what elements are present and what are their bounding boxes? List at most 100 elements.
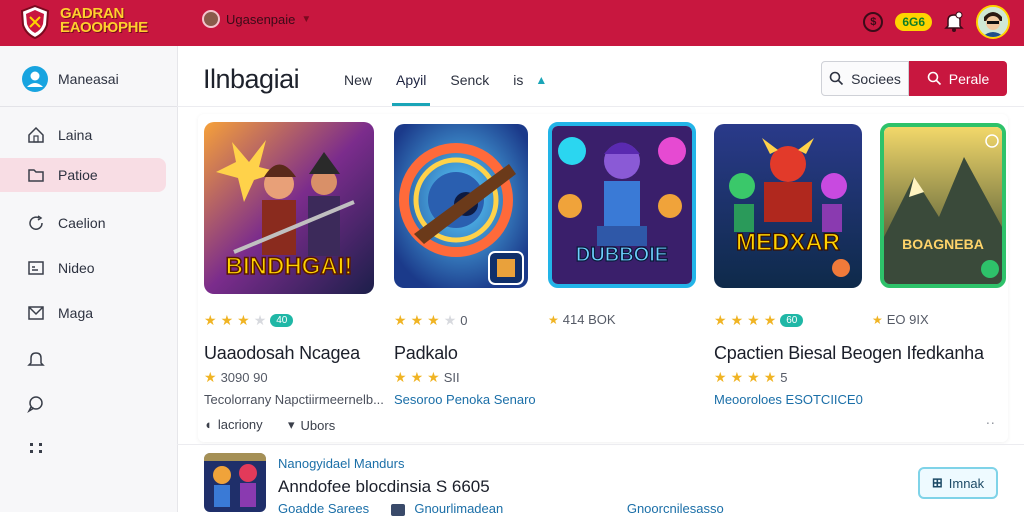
sidebar-item-patioe[interactable]: Patioe xyxy=(0,158,166,192)
mail-icon xyxy=(26,303,46,323)
game-thumbnail-3[interactable]: DUBBOIE xyxy=(548,122,696,288)
logo-text: GADRAN ЕАООЮРНЕ xyxy=(60,6,148,36)
logo-badge-icon[interactable] xyxy=(20,4,50,40)
star-icon: ★ xyxy=(730,369,744,385)
tab-senck[interactable]: Senck xyxy=(450,70,489,106)
sidebar-item-maga[interactable]: Maga xyxy=(0,296,166,330)
card-2-sub-text: SII xyxy=(443,370,460,385)
sidebar-item-laina[interactable]: Laina xyxy=(0,118,166,152)
card-2-rating: ★ ★ ★ ★ 0 xyxy=(394,312,467,329)
card-1-sub-text: 3090 90 xyxy=(220,370,268,385)
tab-new[interactable]: New xyxy=(344,70,372,106)
points-badge[interactable]: 6G6 xyxy=(895,13,932,31)
refresh-icon xyxy=(26,213,46,233)
star-icon: ★ xyxy=(747,369,760,385)
sidebar-item-label: Maga xyxy=(58,305,94,321)
game-thumbnail-2[interactable] xyxy=(394,124,528,288)
star-icon: ★ xyxy=(410,369,424,385)
folder-icon xyxy=(26,165,46,185)
card-2-link[interactable]: Sesoroo Penoka Senaro xyxy=(394,392,536,407)
star-icon: ★ xyxy=(714,369,727,385)
featured-meta-1[interactable]: Goadde Sarees xyxy=(278,501,369,516)
featured-category[interactable]: Nanogyidael Mandurs xyxy=(278,456,404,471)
search-icon xyxy=(927,71,941,86)
rating-count: EO 9IX xyxy=(886,312,929,327)
thumbnail-art-text: BOAGNEBA xyxy=(902,236,984,252)
featured-divider xyxy=(177,444,1024,445)
top-right-actions: $ 6G6 xyxy=(863,3,1010,41)
sidebar-item-nideo[interactable]: Nideo xyxy=(0,251,166,285)
star-icon: ★ xyxy=(204,312,217,328)
star-icon: ★ xyxy=(443,312,457,328)
card-4-title[interactable]: Cpactien Biesal Beogen Ifedkanha xyxy=(714,343,984,364)
card-1-action-2[interactable]: ▾ Ubors xyxy=(288,417,335,433)
page-title: Ilnbagiai xyxy=(203,64,300,94)
card-3-rating: ★ 414 BOK xyxy=(548,312,616,327)
sidebar-item-notifications[interactable] xyxy=(0,342,166,376)
developer-icon xyxy=(390,503,405,516)
star-icon: ★ xyxy=(872,312,883,327)
card-1-rating: ★ ★ ★ ★ 40 xyxy=(204,312,294,329)
header-divider xyxy=(177,106,1024,107)
sidebar-item-caelion[interactable]: Caelion xyxy=(0,206,166,240)
featured-title[interactable]: Anndofee blocdinsia S 6605 xyxy=(278,477,490,497)
card-5-rating: ★ EO 9IX xyxy=(872,312,929,327)
star-icon: ★ xyxy=(410,312,424,328)
install-button[interactable]: ⊞ Imnak xyxy=(918,467,998,499)
sidebar-item-more[interactable] xyxy=(0,431,166,465)
sidebar-item-label: Caelion xyxy=(58,215,106,231)
sidebar-user-label: Maneasai xyxy=(58,71,119,87)
game-thumbnail-4[interactable]: MEDXAR xyxy=(714,124,862,288)
game-thumbnail-1[interactable]: BINDHGAI! xyxy=(204,122,374,294)
logo-text-line2: ЕАООЮРНЕ xyxy=(60,19,148,36)
card-2-title[interactable]: Padkalo xyxy=(394,343,458,364)
game-thumbnail-5[interactable]: BOAGNEBA xyxy=(880,123,1006,288)
chevron-up-icon[interactable]: ▲ xyxy=(535,70,547,106)
featured-thumbnail[interactable] xyxy=(204,453,266,512)
star-icon: ★ xyxy=(394,312,407,328)
rating-badge: 60 xyxy=(780,314,804,327)
featured-meta-2[interactable]: Gnourlimadean xyxy=(414,501,503,516)
sidebar-item-chat[interactable] xyxy=(0,387,166,421)
primary-button-label: Perale xyxy=(948,70,990,87)
primary-search-button[interactable]: Perale xyxy=(909,61,1007,96)
card-2-sub: ★ ★ ★ SII xyxy=(394,369,460,386)
featured-meta-3[interactable]: Gnoorcnilesasso xyxy=(627,501,724,516)
card-1-title[interactable]: Uaaodosah Ncagea xyxy=(204,343,360,364)
rating-badge: 40 xyxy=(270,314,294,327)
video-icon xyxy=(26,258,46,278)
star-icon: ★ xyxy=(763,312,777,328)
sidebar-user[interactable]: Maneasai xyxy=(22,66,119,92)
tab-apyil[interactable]: Apyil xyxy=(391,70,431,106)
sidebar-item-label: Patioe xyxy=(58,167,98,183)
user-menu[interactable]: Ugasenpaie ▼ xyxy=(202,9,311,29)
star-icon: ★ xyxy=(548,312,559,327)
install-button-label: Imnak xyxy=(948,475,985,491)
card-4-link[interactable]: Meooroloes ESOTCIICE0 xyxy=(714,392,863,407)
search-button-label: Sociees xyxy=(851,70,901,87)
more-options-icon[interactable]: ∙∙ xyxy=(986,414,996,430)
more-icon xyxy=(26,438,46,458)
star-icon: ★ xyxy=(714,312,727,328)
card-4-sub: ★ ★ ★ ★ 5 xyxy=(714,369,787,386)
star-icon: ★ xyxy=(747,312,760,328)
user-name: Ugasenpaie xyxy=(226,11,296,27)
rating-count: 0 xyxy=(460,313,468,328)
sidebar-divider xyxy=(0,106,177,107)
currency-icon[interactable]: $ xyxy=(863,12,884,32)
tab-is[interactable]: is xyxy=(513,70,523,106)
sidebar-item-label: Nideo xyxy=(58,260,95,276)
card-1-action-1-label: lacriony xyxy=(217,417,263,432)
card-1-action-1[interactable]: ◖ lacriony xyxy=(204,417,263,432)
user-avatar-small xyxy=(202,10,220,28)
home-icon xyxy=(26,125,46,145)
top-bar: GADRAN ЕАООЮРНЕ Ugasenpaie ▼ $ 6G6 xyxy=(0,0,1024,46)
card-4-sub-text: 5 xyxy=(780,370,788,385)
notification-bell-icon[interactable] xyxy=(944,11,964,33)
badge-icon: ◖ xyxy=(204,417,212,432)
star-icon: ★ xyxy=(204,369,217,385)
card-1-extra: Tecolorrany Napctiirmeernelb... xyxy=(204,392,384,407)
search-button[interactable]: Sociees xyxy=(821,61,909,96)
profile-avatar[interactable] xyxy=(976,5,1010,39)
rating-count: 414 BOK xyxy=(562,312,616,327)
